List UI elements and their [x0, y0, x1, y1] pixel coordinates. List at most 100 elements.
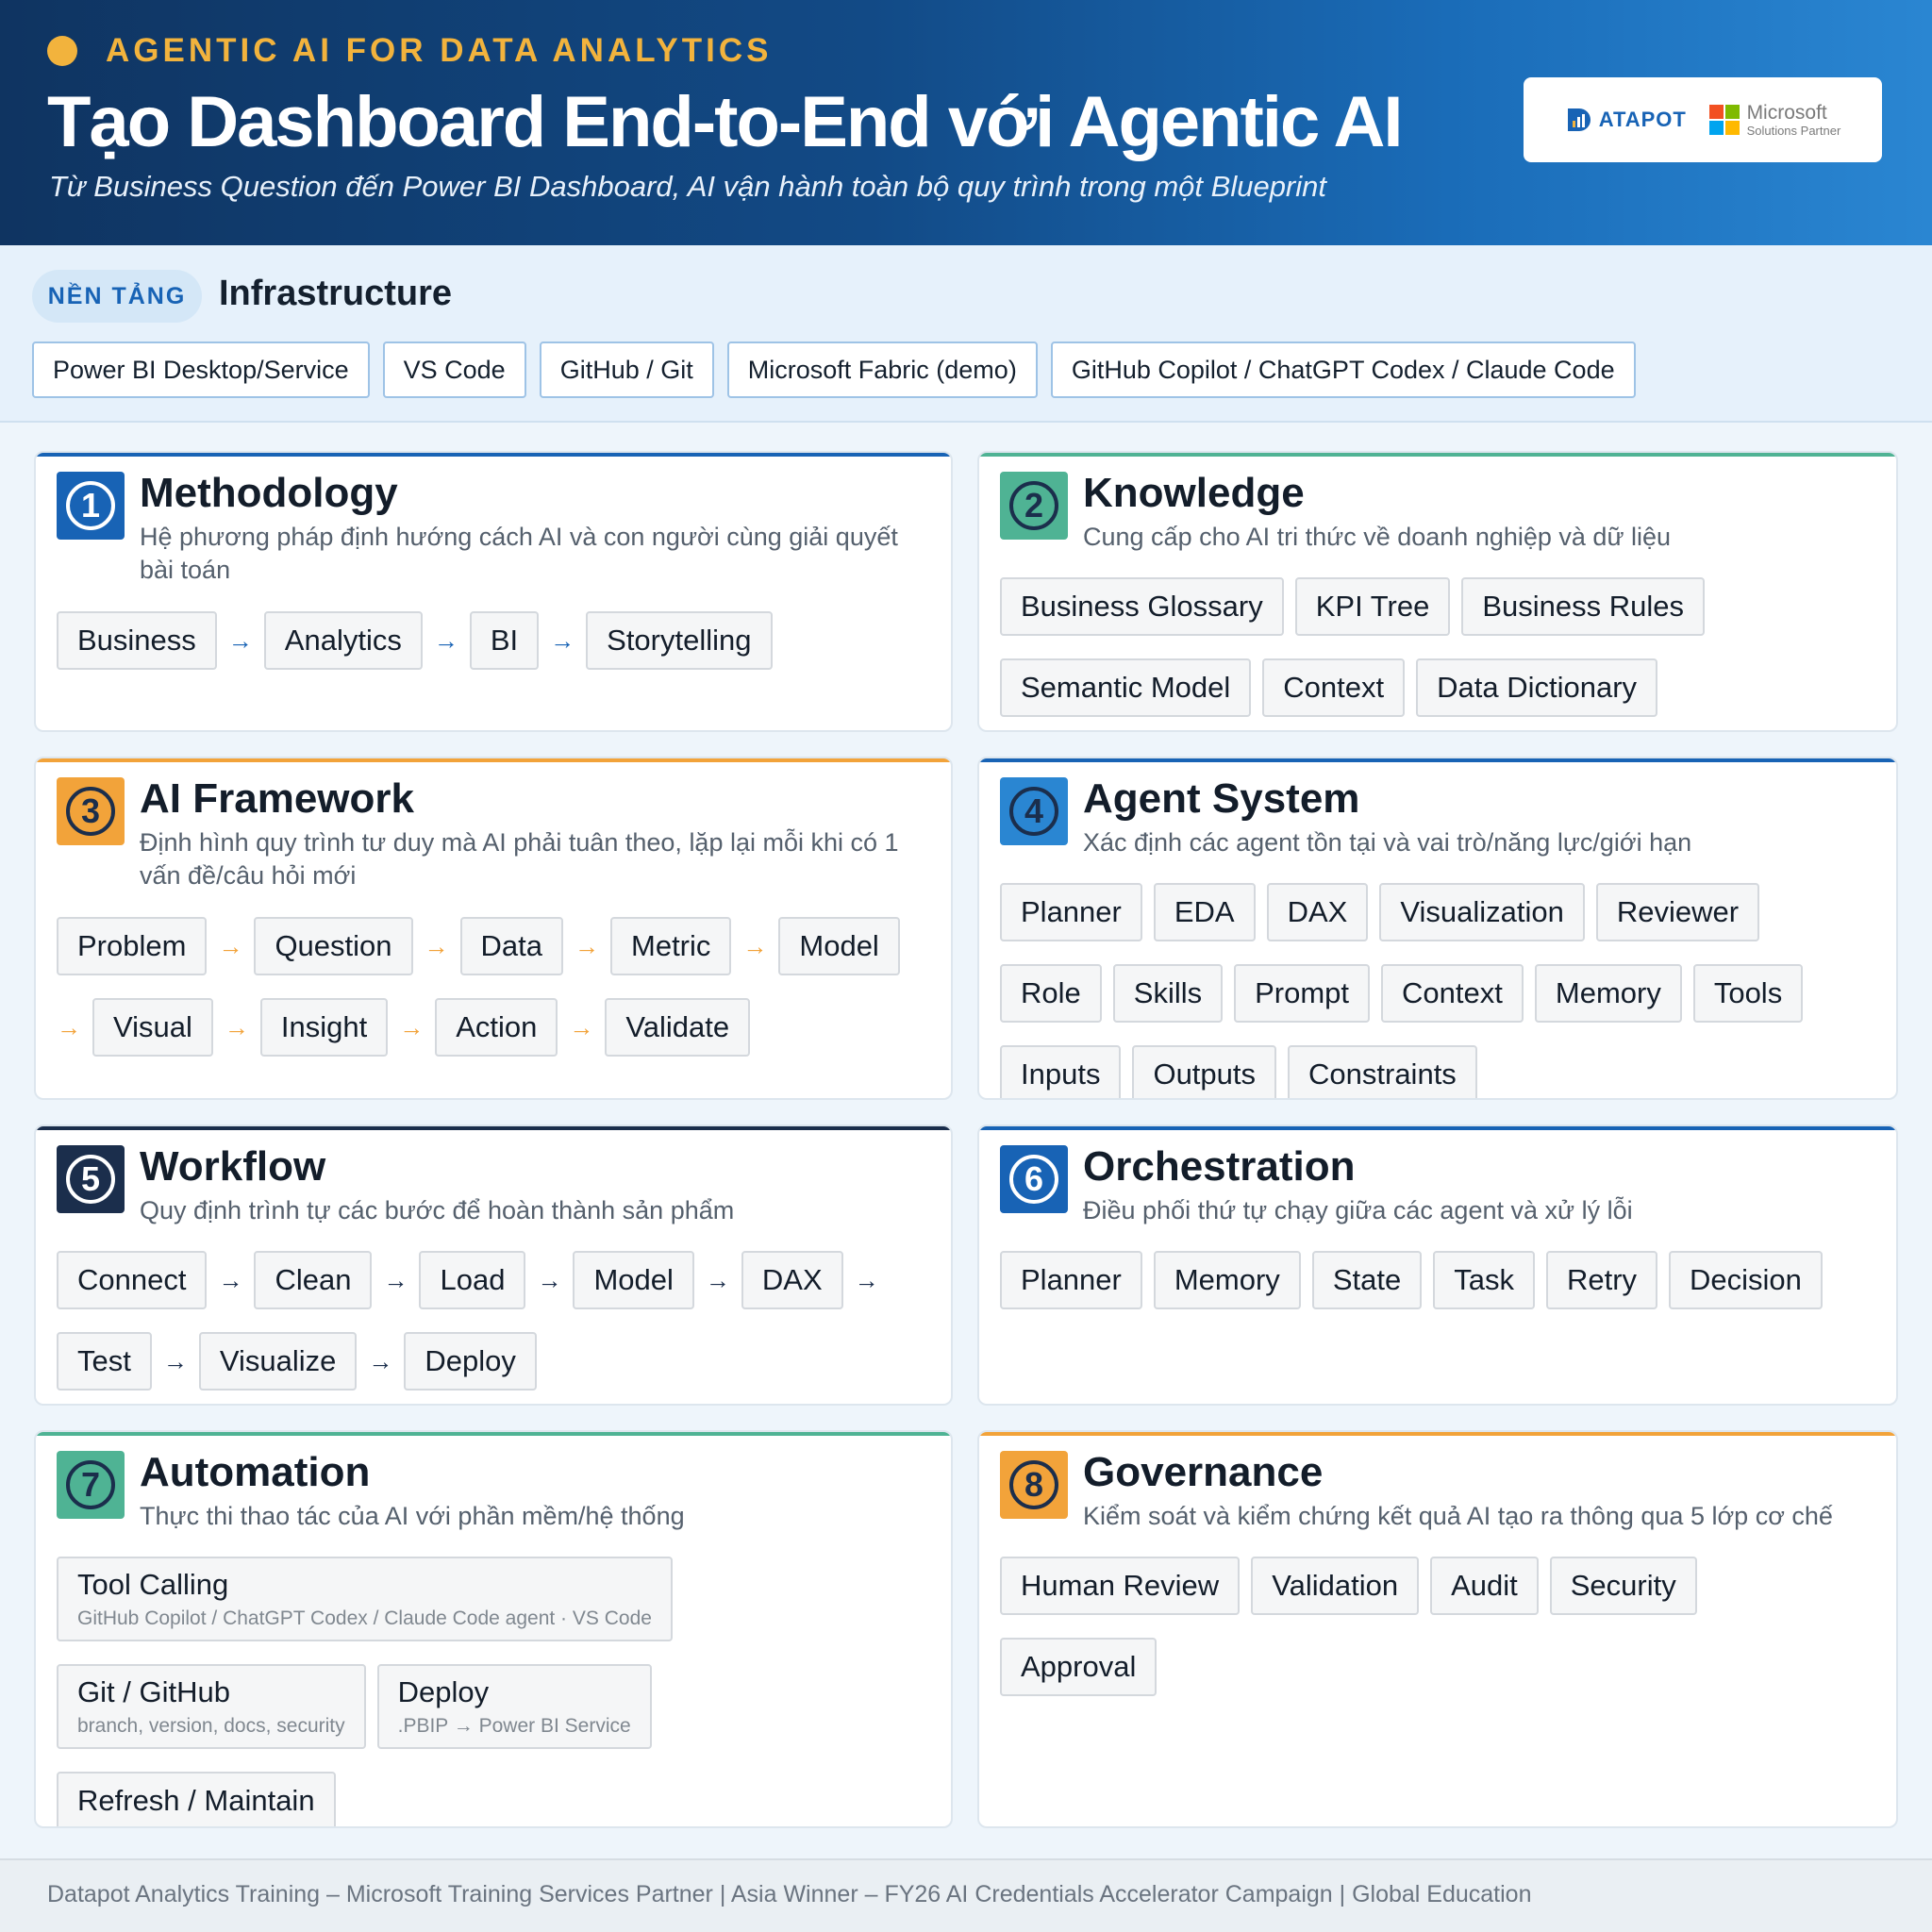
orchestration-item: Decision — [1669, 1251, 1823, 1309]
tool-subtitle: .PBIP → Power BI Service — [397, 1715, 631, 1737]
card-title: Methodology — [140, 470, 398, 516]
orchestration-item: Retry — [1545, 1251, 1658, 1309]
datapot-logo: ATAPOT — [1565, 105, 1687, 135]
agent-item: Reviewer — [1595, 883, 1760, 941]
card-title: Governance — [1083, 1449, 1324, 1495]
arrow-right-icon: → — [854, 1265, 879, 1294]
methodology-flow: Business → Analytics → BI → Storytelling — [57, 611, 930, 670]
agent-item: EDA — [1153, 883, 1256, 941]
tool-title: Deploy — [397, 1675, 490, 1708]
arrow-right-icon: → — [368, 1346, 393, 1375]
agent-item: Context — [1381, 964, 1524, 1023]
arrow-right-icon: → — [705, 1265, 730, 1294]
flow-step: Test — [57, 1332, 152, 1391]
tool-title: Refresh / Maintain — [77, 1784, 315, 1817]
flow-step: Metric — [610, 917, 732, 975]
card-description: Quy định trình tự các bước để hoàn thành… — [140, 1196, 735, 1224]
arrow-right-icon: → — [537, 1265, 562, 1294]
orchestration-card: 6 Orchestration Điều phối thứ tự chạy gi… — [977, 1124, 1898, 1406]
header-banner: AGENTIC AI FOR DATA ANALYTICS Tạo Dashbo… — [0, 0, 1932, 245]
arrow-right-icon: → — [742, 931, 768, 960]
kicker: AGENTIC AI FOR DATA ANALYTICS — [47, 32, 772, 70]
agent-system-card: 4 Agent System Xác định các agent tồn tạ… — [977, 757, 1898, 1100]
git-github-chip: Git / GitHub branch, version, docs, secu… — [57, 1664, 366, 1749]
arrow-right-icon: → — [424, 931, 449, 960]
card-title: Orchestration — [1083, 1143, 1356, 1190]
tool-subtitle: branch, version, docs, security — [77, 1715, 345, 1737]
flow-step: Deploy — [404, 1332, 537, 1391]
number-2-icon: 2 — [1009, 481, 1058, 530]
flow-step: Insight — [259, 998, 389, 1057]
step-8-badge: 8 — [1000, 1451, 1068, 1519]
card-accent-bar — [36, 1432, 951, 1436]
flow-step: Action — [435, 998, 558, 1057]
microsoft-logo: Microsoft Solutions Partner — [1708, 102, 1840, 137]
arrow-right-icon: → — [569, 1012, 594, 1041]
flow-step: Validate — [605, 998, 751, 1057]
orchestration-item: State — [1311, 1251, 1423, 1309]
agent-item: Memory — [1534, 964, 1682, 1023]
workflow-flow: Connect → Clean → Load → Model → DAX → T… — [57, 1251, 930, 1391]
agent-items: Planner EDA DAX Visualization Reviewer R… — [1000, 883, 1875, 1098]
number-8-icon: 8 — [1009, 1460, 1058, 1509]
agent-item: Inputs — [1000, 1045, 1122, 1098]
deploy-chip: Deploy .PBIP → Power BI Service — [376, 1664, 652, 1749]
refresh-maintain-chip: Refresh / Maintain — [57, 1772, 336, 1826]
flow-step: Question — [254, 917, 413, 975]
arrow-right-icon: → — [575, 931, 599, 960]
datapot-mark-icon — [1567, 108, 1591, 131]
arrow-right-icon: → — [399, 1012, 425, 1041]
flow-step: Clean — [254, 1251, 373, 1309]
card-accent-bar — [979, 1432, 1896, 1436]
card-accent-bar — [979, 758, 1896, 762]
agent-item: DAX — [1266, 883, 1369, 941]
step-4-badge: 4 — [1000, 777, 1068, 845]
orchestration-item: Planner — [1000, 1251, 1142, 1309]
knowledge-item: Data Dictionary — [1416, 658, 1658, 717]
agent-item: Prompt — [1234, 964, 1371, 1023]
tool-calling-chip: Tool Calling GitHub Copilot / ChatGPT Co… — [57, 1557, 673, 1641]
partner-logos: ATAPOT Microsoft Solutions Partner — [1524, 77, 1882, 162]
kicker-text: AGENTIC AI FOR DATA ANALYTICS — [106, 32, 773, 69]
flow-step: Model — [573, 1251, 694, 1309]
card-description: Hệ phương pháp định hướng cách AI và con… — [140, 523, 898, 585]
arrow-right-icon: → — [218, 931, 243, 960]
flow-step: Business — [57, 611, 217, 670]
governance-item: Security — [1549, 1557, 1697, 1615]
microsoft-squares-icon — [1708, 105, 1740, 135]
step-7-badge: 7 — [57, 1451, 125, 1519]
card-description: Kiểm soát và kiểm chứng kết quả AI tạo r… — [1083, 1502, 1833, 1530]
kicker-dot-icon — [47, 36, 77, 66]
tool-title: Tool Calling — [77, 1568, 229, 1601]
flow-step: Storytelling — [586, 611, 773, 670]
card-title: Workflow — [140, 1143, 326, 1190]
infrastructure-title: Infrastructure — [219, 274, 453, 313]
tool-title: Git / GitHub — [77, 1675, 230, 1708]
step-2-badge: 2 — [1000, 472, 1068, 540]
microsoft-name: Microsoft — [1746, 102, 1827, 124]
arrow-right-icon: → — [383, 1265, 408, 1294]
automation-tools: Tool Calling GitHub Copilot / ChatGPT Co… — [57, 1557, 930, 1826]
infra-tag: GitHub Copilot / ChatGPT Codex / Claude … — [1050, 341, 1636, 398]
number-7-icon: 7 — [66, 1460, 115, 1509]
flow-step: Data — [459, 917, 563, 975]
governance-item: Human Review — [1000, 1557, 1241, 1615]
orchestration-item: Memory — [1153, 1251, 1301, 1309]
governance-item: Validation — [1251, 1557, 1420, 1615]
governance-items: Human Review Validation Audit Security A… — [1000, 1557, 1875, 1696]
flow-step: Visualize — [198, 1332, 358, 1391]
datapot-wordmark: ATAPOT — [1598, 108, 1687, 131]
flow-step: Model — [778, 917, 900, 975]
infra-tag: GitHub / Git — [539, 341, 714, 398]
knowledge-items: Business Glossary KPI Tree Business Rule… — [1000, 577, 1875, 717]
knowledge-item: Business Glossary — [1000, 577, 1284, 636]
card-description: Cung cấp cho AI tri thức về doanh nghiệp… — [1083, 523, 1672, 551]
card-accent-bar — [979, 1126, 1896, 1130]
card-description: Xác định các agent tồn tại và vai trò/nă… — [1083, 828, 1692, 857]
number-6-icon: 6 — [1009, 1155, 1058, 1204]
card-accent-bar — [36, 453, 951, 457]
arrow-right-icon: → — [550, 625, 575, 655]
infrastructure-section: NỀN TẢNG Infrastructure Power BI Desktop… — [0, 245, 1932, 423]
step-3-badge: 3 — [57, 777, 125, 845]
infrastructure-tags: Power BI Desktop/Service VS Code GitHub … — [32, 341, 1636, 398]
